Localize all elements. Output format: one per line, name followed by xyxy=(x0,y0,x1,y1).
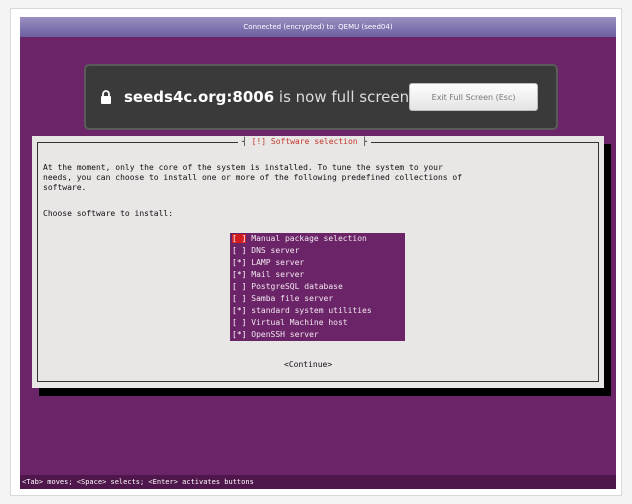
checkbox: [*] xyxy=(232,306,247,315)
browser-frame: Connected (encrypted) to: QEMU (seed04) … xyxy=(10,8,622,496)
software-item-samba-file-server[interactable]: [ ] Samba file server xyxy=(230,293,405,305)
checkbox: [ ] xyxy=(232,246,247,255)
software-item-manual-package-selection[interactable]: [ ] Manual package selection xyxy=(230,233,405,245)
software-item-label: Samba file server xyxy=(246,294,334,303)
fullscreen-notice: seeds4c.org:8006 is now full screen Exit… xyxy=(84,64,558,130)
software-item-virtual-machine-host[interactable]: [ ] Virtual Machine host xyxy=(230,317,405,329)
fullscreen-message: seeds4c.org:8006 is now full screen xyxy=(124,88,409,106)
dialog-title: ┤ [!] Software selection ├ xyxy=(238,137,372,147)
software-item-postgresql-database[interactable]: [ ] PostgreSQL database xyxy=(230,281,405,293)
software-item-openssh-server[interactable]: [*] OpenSSH server xyxy=(230,329,405,341)
lock-icon xyxy=(101,90,111,104)
choose-prompt: Choose software to install: xyxy=(43,209,174,218)
software-item-label: PostgreSQL database xyxy=(246,282,343,291)
software-item-standard-system-utilities[interactable]: [*] standard system utilities xyxy=(230,305,405,317)
software-item-lamp-server[interactable]: [*] LAMP server xyxy=(230,257,405,269)
software-list: [ ] Manual package selection [ ] DNS ser… xyxy=(230,233,405,341)
vm-console-screen[interactable]: Connected (encrypted) to: QEMU (seed04) … xyxy=(20,17,616,489)
software-item-mail-server[interactable]: [*] Mail server xyxy=(230,269,405,281)
checkbox: [ ] xyxy=(232,318,247,327)
checkbox: [*] xyxy=(232,270,247,279)
fullscreen-text: is now full screen xyxy=(274,88,410,106)
keyboard-help-bar: <Tab> moves; <Space> selects; <Enter> ac… xyxy=(20,475,616,489)
software-item-dns-server[interactable]: [ ] DNS server xyxy=(230,245,405,257)
dialog-title-text: [!] Software selection xyxy=(251,137,358,146)
checkbox: [ ] xyxy=(232,282,247,291)
dialog-description: At the moment, only the core of the syst… xyxy=(43,163,463,192)
vnc-status-bar: Connected (encrypted) to: QEMU (seed04) xyxy=(20,17,616,37)
software-item-label: Manual package selection xyxy=(246,234,367,243)
exit-fullscreen-button[interactable]: Exit Full Screen (Esc) xyxy=(409,83,538,111)
continue-button[interactable]: <Continue> xyxy=(284,360,332,370)
software-selection-dialog: ┤ [!] Software selection ├ At the moment… xyxy=(32,136,604,388)
software-item-label: DNS server xyxy=(246,246,300,255)
software-item-label: Mail server xyxy=(246,270,305,279)
fullscreen-host: seeds4c.org:8006 xyxy=(124,88,275,106)
software-item-label: OpenSSH server xyxy=(246,330,319,339)
checkbox: [ ] xyxy=(232,294,247,303)
checkbox: [*] xyxy=(232,258,247,267)
checkbox: [*] xyxy=(232,330,247,339)
software-item-label: LAMP server xyxy=(246,258,305,267)
checkbox: [ ] xyxy=(232,234,247,243)
software-item-label: standard system utilities xyxy=(246,306,372,315)
software-item-label: Virtual Machine host xyxy=(246,318,348,327)
